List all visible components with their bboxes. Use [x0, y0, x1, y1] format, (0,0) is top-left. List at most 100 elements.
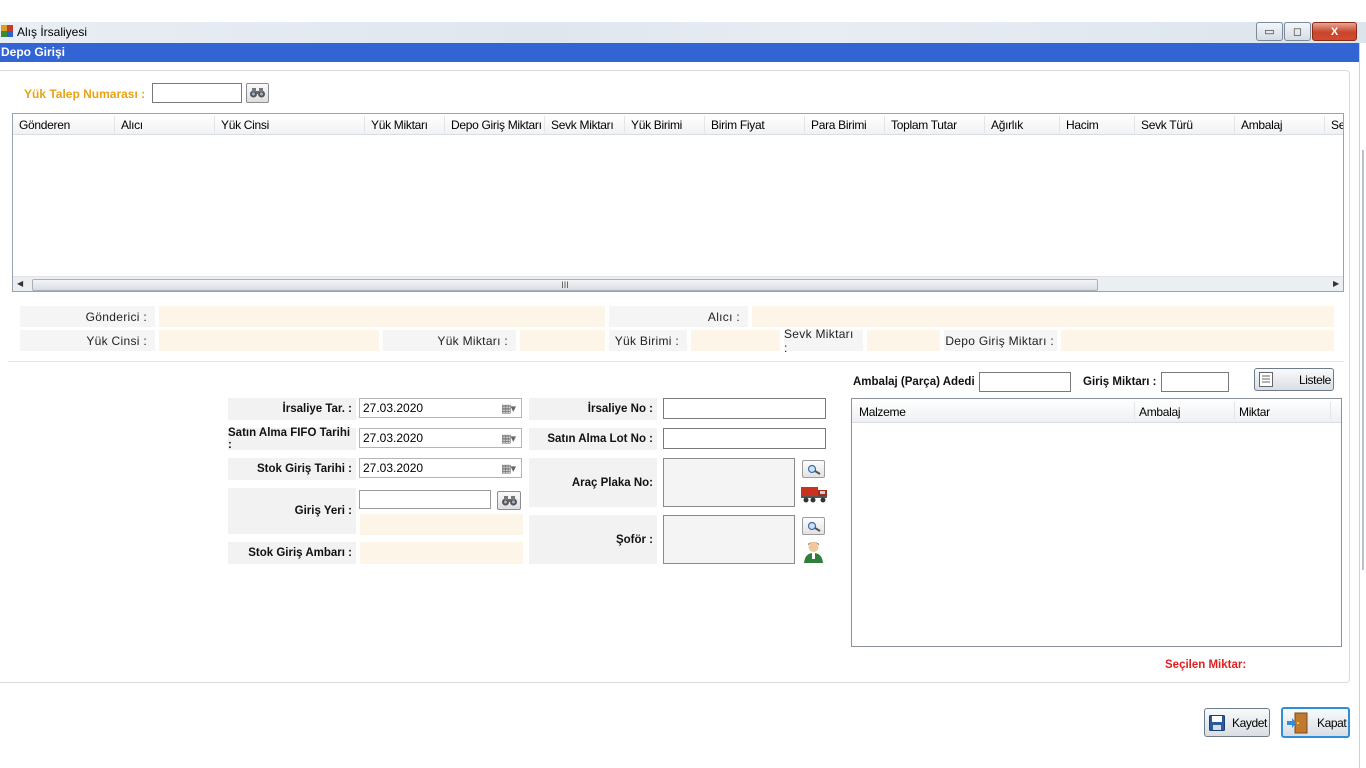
secilen-miktar-label: Seçilen Miktar:	[1165, 659, 1247, 671]
exit-door-icon	[1287, 712, 1308, 733]
truck-icon[interactable]	[801, 485, 828, 503]
column-header-toplam-tutar[interactable]: Toplam Tutar	[891, 118, 957, 132]
yuk-cinsi-label: Yük Cinsi :	[20, 330, 155, 351]
column-separator	[444, 116, 445, 133]
save-icon	[1209, 714, 1225, 731]
sofor-field[interactable]	[663, 515, 795, 564]
giris-yeri-readonly	[360, 514, 523, 535]
irsaliye-tar-datepicker[interactable]: 27.03.2020 ▦▾	[359, 398, 522, 418]
packaging-grid-header: Malzeme Ambalaj Miktar	[852, 399, 1341, 423]
maximize-icon: ◻	[1292, 26, 1303, 38]
driver-icon[interactable]	[803, 540, 824, 564]
maximize-button[interactable]: ◻	[1284, 22, 1311, 41]
yuk-talep-input[interactable]	[152, 83, 242, 103]
column-header-sevk-miktari[interactable]: Sevk Miktarı	[551, 118, 614, 132]
sofor-search-button[interactable]	[802, 517, 825, 535]
column-header-yuk-birimi[interactable]: Yük Birimi	[631, 118, 682, 132]
alici-label: Alıcı :	[609, 306, 748, 327]
column-header-ambalaj[interactable]: Ambalaj	[1139, 405, 1181, 419]
irsaliye-no-input[interactable]	[663, 398, 826, 419]
yuk-talep-label: Yük Talep Numarası :	[24, 87, 146, 101]
irsaliye-tar-value: 27.03.2020	[363, 401, 424, 415]
giris-yeri-search-button[interactable]	[497, 491, 521, 510]
arac-plaka-field[interactable]	[663, 458, 795, 507]
yuk-miktari-label: Yük Miktarı :	[383, 330, 516, 351]
lot-no-label: Satın Alma Lot No :	[529, 428, 657, 450]
column-header-yuk-miktari[interactable]: Yük Miktarı	[371, 118, 428, 132]
app-icon	[1, 25, 13, 37]
scroll-left-icon[interactable]: ◀	[17, 279, 23, 288]
yuk-miktari-value	[520, 330, 605, 351]
column-header-se[interactable]: Se	[1331, 118, 1343, 132]
alici-value	[752, 306, 1334, 327]
section-divider	[8, 361, 1344, 362]
minimize-button[interactable]: ▭	[1256, 22, 1283, 41]
column-separator	[1134, 116, 1135, 133]
yuk-cinsi-value	[159, 330, 379, 351]
column-header-alici[interactable]: Alıcı	[121, 118, 143, 132]
horizontal-scrollbar[interactable]: ◀ III ▶	[13, 276, 1343, 291]
packaging-grid[interactable]: Malzeme Ambalaj Miktar	[851, 398, 1342, 647]
stok-ambari-value	[360, 542, 523, 564]
column-separator	[214, 116, 215, 133]
stok-giris-tarihi-datepicker[interactable]: 27.03.2020 ▦▾	[359, 458, 522, 478]
ambalaj-adedi-input[interactable]	[979, 372, 1071, 392]
scrollbar-thumb[interactable]: III	[32, 279, 1098, 291]
column-header-yuk-cinsi[interactable]: Yük Cinsi	[221, 118, 269, 132]
column-header-agirlik[interactable]: Ağırlık	[991, 118, 1023, 132]
save-label: Kaydet	[1232, 715, 1267, 730]
column-separator	[364, 116, 365, 133]
giris-miktari-input[interactable]	[1161, 372, 1229, 392]
yuk-birimi-value	[691, 330, 780, 351]
column-header-miktar[interactable]: Miktar	[1239, 405, 1270, 419]
list-icon	[1259, 372, 1273, 387]
window-titlebar: Alış İrsaliyesi ▭ ◻ X	[0, 22, 1366, 43]
column-separator	[704, 116, 705, 133]
depo-giris-miktari-value	[1061, 330, 1334, 351]
giris-yeri-input[interactable]	[359, 490, 491, 509]
calendar-icon[interactable]: ▦▾	[501, 402, 516, 415]
magnifier-icon	[807, 464, 821, 475]
column-header-ambalaj[interactable]: Ambalaj	[1241, 118, 1283, 132]
gonderici-label: Gönderici :	[20, 306, 155, 327]
sevk-miktari-value	[867, 330, 940, 351]
column-header-hacim[interactable]: Hacim	[1066, 118, 1099, 132]
column-header-gonderen[interactable]: Gönderen	[19, 118, 70, 132]
stok-ambari-label: Stok Giriş Ambarı :	[228, 542, 356, 564]
calendar-icon[interactable]: ▦▾	[501, 462, 516, 475]
cargo-grid[interactable]: Gönderen Alıcı Yük Cinsi Yük Miktarı Dep…	[12, 113, 1344, 292]
irsaliye-tar-label: İrsaliye Tar. :	[228, 398, 356, 420]
stok-giris-tarihi-label: Stok Giriş Tarihi :	[228, 458, 356, 480]
save-button[interactable]: Kaydet	[1204, 708, 1270, 737]
scroll-right-icon[interactable]: ▶	[1333, 279, 1339, 288]
column-header-depo-giris-miktari[interactable]: Depo Giriş Miktarı	[451, 118, 542, 132]
column-separator	[884, 116, 885, 133]
lot-no-input[interactable]	[663, 428, 826, 449]
calendar-icon[interactable]: ▦▾	[501, 432, 516, 445]
stok-giris-tarihi-value: 27.03.2020	[363, 461, 424, 475]
close-label: Kapat	[1317, 715, 1347, 730]
column-header-sevk-turu[interactable]: Sevk Türü	[1141, 118, 1193, 132]
column-separator	[804, 116, 805, 133]
fifo-tarihi-datepicker[interactable]: 27.03.2020 ▦▾	[359, 428, 522, 448]
close-window-button[interactable]: X	[1312, 22, 1357, 41]
column-separator	[1330, 402, 1331, 419]
close-button[interactable]: Kapat	[1281, 707, 1350, 738]
column-separator	[1134, 402, 1135, 419]
column-header-para-birimi[interactable]: Para Birimi	[811, 118, 867, 132]
gonderici-value	[159, 306, 605, 327]
arac-plaka-search-button[interactable]	[802, 460, 825, 478]
vertical-scroll-strip[interactable]	[1362, 150, 1364, 570]
scroll-grip-icon: III	[561, 280, 569, 290]
fifo-tarihi-value: 27.03.2020	[363, 431, 424, 445]
column-header-birim-fiyat[interactable]: Birim Fiyat	[711, 118, 765, 132]
binoculars-icon	[250, 88, 265, 98]
column-separator	[1234, 402, 1235, 419]
irsaliye-no-label: İrsaliye No :	[529, 398, 657, 420]
column-separator	[1059, 116, 1060, 133]
listele-button[interactable]: Listele	[1254, 368, 1334, 391]
column-separator	[1324, 116, 1325, 133]
yuk-birimi-label: Yük Birimi :	[609, 330, 687, 351]
yuk-talep-search-button[interactable]	[246, 83, 269, 103]
column-header-malzeme[interactable]: Malzeme	[859, 405, 906, 419]
